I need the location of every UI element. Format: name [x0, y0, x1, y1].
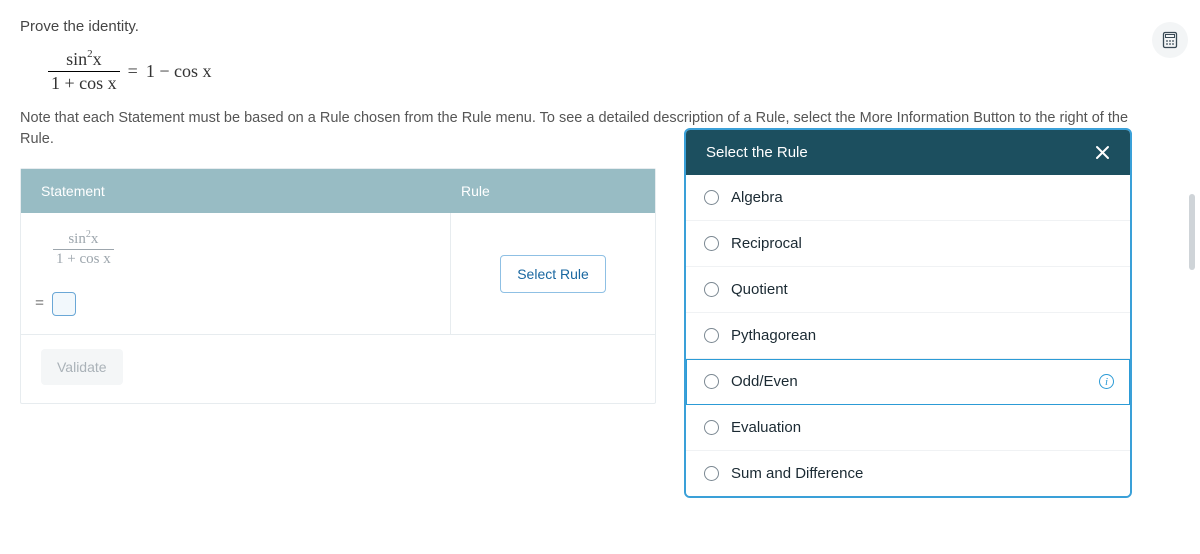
statement-start-expression: sin2x 1 + cos x [53, 229, 114, 268]
radio-icon [704, 420, 719, 435]
validate-button[interactable]: Validate [41, 349, 123, 385]
prompt-text: Prove the identity. [20, 18, 1180, 35]
proof-table: Statement Rule sin2x 1 + cos x = Select … [20, 168, 656, 404]
radio-icon [704, 328, 719, 343]
rule-option-odd-even[interactable]: Odd/Even i [686, 359, 1130, 405]
rule-option-label: Pythagorean [731, 327, 816, 344]
rule-option-sum-and-difference[interactable]: Sum and Difference [686, 451, 1130, 496]
rule-option-reciprocal[interactable]: Reciprocal [686, 221, 1130, 267]
select-rule-button[interactable]: Select Rule [500, 255, 606, 293]
radio-icon [704, 190, 719, 205]
expression-input[interactable] [52, 292, 76, 316]
calculator-icon[interactable] [1152, 22, 1188, 58]
rule-option-label: Odd/Even [731, 373, 798, 390]
header-statement: Statement [21, 169, 451, 213]
rule-option-label: Quotient [731, 281, 788, 298]
header-rule: Rule [451, 169, 655, 213]
identity-equation: sin2x 1 + cos x = 1 − cos x [48, 49, 1180, 94]
rule-option-label: Sum and Difference [731, 465, 863, 482]
rule-selection-panel: Select the Rule Algebra Reciprocal Quotien… [684, 128, 1132, 498]
radio-icon [704, 374, 719, 389]
rule-option-pythagorean[interactable]: Pythagorean [686, 313, 1130, 359]
info-icon[interactable]: i [1099, 374, 1114, 389]
equals-sign: = [35, 295, 44, 313]
radio-icon [704, 466, 719, 481]
rule-option-label: Reciprocal [731, 235, 802, 252]
rule-panel-title: Select the Rule [706, 144, 808, 161]
radio-icon [704, 282, 719, 297]
scrollbar[interactable] [1189, 194, 1195, 270]
rule-option-evaluation[interactable]: Evaluation [686, 405, 1130, 451]
rule-option-quotient[interactable]: Quotient [686, 267, 1130, 313]
rule-option-label: Evaluation [731, 419, 801, 436]
rule-option-label: Algebra [731, 189, 783, 206]
rule-option-algebra[interactable]: Algebra [686, 175, 1130, 221]
radio-icon [704, 236, 719, 251]
close-icon[interactable] [1095, 145, 1110, 160]
